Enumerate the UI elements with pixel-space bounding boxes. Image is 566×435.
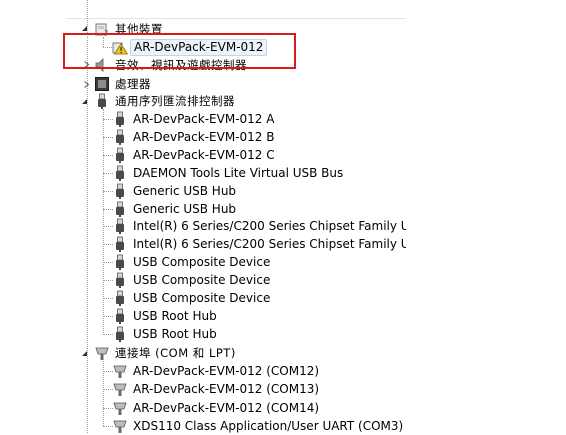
category-ports-com-lpt[interactable]: 連接埠 (COM 和 LPT)	[94, 344, 238, 362]
expand-collapse-toggle[interactable]	[82, 80, 91, 89]
category-label: 連接埠 (COM 和 LPT)	[115, 346, 236, 360]
com-port-icon	[112, 363, 128, 379]
com-port-icon	[112, 381, 128, 397]
device-item[interactable]: AR-DevPack-EVM-012 C	[112, 146, 277, 164]
category-label: 音效、視訊及遊戲控制器	[115, 58, 247, 72]
device-item[interactable]: AR-DevPack-EVM-012 A	[112, 110, 276, 128]
usb-plug-icon	[112, 218, 128, 235]
device-label: USB Composite Device	[133, 255, 271, 270]
category-usb-controllers[interactable]: 通用序列匯流排控制器	[94, 92, 237, 110]
device-item[interactable]: Intel(R) 6 Series/C200 Series Chipset Fa…	[112, 217, 406, 235]
device-item-selected[interactable]: AR-DevPack-EVM-012	[112, 38, 268, 56]
usb-plug-icon	[112, 111, 128, 127]
svg-text:?: ?	[104, 29, 108, 37]
device-item[interactable]: XDS110 Class Application/User UART (COM3…	[112, 417, 405, 435]
usb-plug-icon	[112, 272, 128, 289]
tree-line	[103, 47, 112, 48]
device-label: USB Root Hub	[133, 326, 217, 341]
device-label: Intel(R) 6 Series/C200 Series Chipset Fa…	[133, 237, 406, 252]
device-item[interactable]: USB Root Hub	[112, 325, 219, 343]
device-label: AR-DevPack-EVM-012 (COM12)	[133, 364, 320, 378]
device-item[interactable]: USB Composite Device	[112, 253, 272, 271]
device-label: DAEMON Tools Lite Virtual USB Bus	[133, 165, 344, 180]
device-label: Generic USB Hub	[133, 201, 237, 216]
unknown-device-warning-icon	[112, 39, 128, 55]
category-sound-video-game[interactable]: 音效、視訊及遊戲控制器	[94, 56, 249, 74]
device-label: AR-DevPack-EVM-012	[130, 38, 268, 56]
device-label: AR-DevPack-EVM-012 A	[133, 112, 275, 126]
device-item[interactable]: AR-DevPack-EVM-012 B	[112, 128, 276, 146]
device-label: AR-DevPack-EVM-012 B	[133, 129, 275, 144]
device-item[interactable]: DAEMON Tools Lite Virtual USB Bus	[112, 164, 345, 182]
usb-plug-icon	[112, 129, 128, 145]
usb-plug-icon	[112, 201, 128, 217]
expand-collapse-toggle[interactable]	[80, 349, 89, 358]
speaker-icon	[94, 57, 110, 73]
tree-line	[103, 37, 104, 47]
usb-plug-icon	[112, 236, 128, 253]
top-divider	[66, 18, 406, 19]
device-item[interactable]: Intel(R) 6 Series/C200 Series Chipset Fa…	[112, 235, 406, 253]
usb-plug-icon	[112, 183, 128, 199]
expand-collapse-toggle[interactable]	[82, 60, 91, 69]
other-devices-icon: ?	[94, 21, 110, 37]
device-manager-tree: ? 其他裝置 AR-DevPack-EVM-012 音效、視訊及遊戲控制器 處理…	[0, 0, 406, 435]
category-label: 其他裝置	[115, 22, 163, 36]
expand-collapse-toggle[interactable]	[80, 97, 89, 106]
expand-collapse-toggle[interactable]	[80, 24, 89, 33]
category-label: 處理器	[115, 77, 151, 91]
usb-plug-icon	[112, 290, 128, 306]
com-port-icon	[112, 418, 128, 434]
usb-plug-icon	[112, 254, 128, 271]
category-processors[interactable]: 處理器	[94, 75, 153, 93]
device-label: AR-DevPack-EVM-012 (COM14)	[133, 400, 320, 415]
device-item[interactable]: AR-DevPack-EVM-012 (COM14)	[112, 399, 321, 417]
device-label: AR-DevPack-EVM-012 C	[133, 147, 275, 162]
category-label: 通用序列匯流排控制器	[115, 94, 235, 108]
com-port-icon	[94, 345, 110, 361]
device-item[interactable]: Generic USB Hub	[112, 200, 238, 218]
usb-plug-icon	[112, 147, 128, 163]
device-label: AR-DevPack-EVM-012 (COM13)	[133, 382, 320, 397]
category-other-devices[interactable]: ? 其他裝置	[94, 20, 165, 38]
device-item[interactable]: AR-DevPack-EVM-012 (COM13)	[112, 380, 321, 398]
device-label: Generic USB Hub	[133, 183, 237, 198]
device-item[interactable]: USB Composite Device	[112, 271, 272, 289]
processor-icon	[94, 76, 110, 92]
usb-plug-icon	[112, 308, 128, 324]
device-label: USB Composite Device	[133, 291, 271, 305]
device-item[interactable]: USB Composite Device	[112, 289, 272, 307]
usb-plug-icon	[112, 326, 128, 342]
device-item[interactable]: AR-DevPack-EVM-012 (COM12)	[112, 362, 321, 380]
device-label: USB Composite Device	[133, 273, 271, 288]
device-label: USB Root Hub	[133, 308, 217, 323]
device-item[interactable]: USB Root Hub	[112, 307, 219, 325]
device-label: Intel(R) 6 Series/C200 Series Chipset Fa…	[133, 219, 406, 234]
device-item[interactable]: Generic USB Hub	[112, 182, 238, 200]
com-port-icon	[112, 400, 128, 416]
usb-plug-icon	[112, 165, 128, 181]
usb-plug-icon	[94, 93, 110, 109]
device-label: XDS110 Class Application/User UART (COM3…	[133, 418, 404, 433]
tree-line	[103, 109, 104, 335]
